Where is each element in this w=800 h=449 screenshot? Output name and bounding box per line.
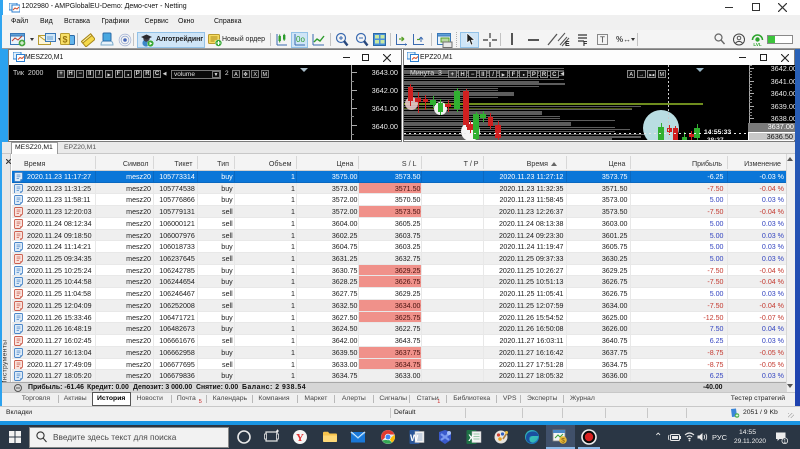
svg-text:F: F [583, 41, 588, 47]
svg-text:E: E [565, 41, 570, 47]
svg-text:0o: 0o [296, 35, 305, 44]
svg-text:T: T [600, 36, 605, 45]
svg-text:$: $ [62, 35, 67, 45]
svg-text:$: $ [561, 438, 565, 445]
svg-text:Y: Y [296, 432, 304, 444]
svg-text:LVL: LVL [753, 42, 761, 47]
svg-text:W: W [410, 433, 419, 443]
svg-text:1: 1 [783, 439, 786, 444]
svg-text:X: X [468, 433, 474, 443]
